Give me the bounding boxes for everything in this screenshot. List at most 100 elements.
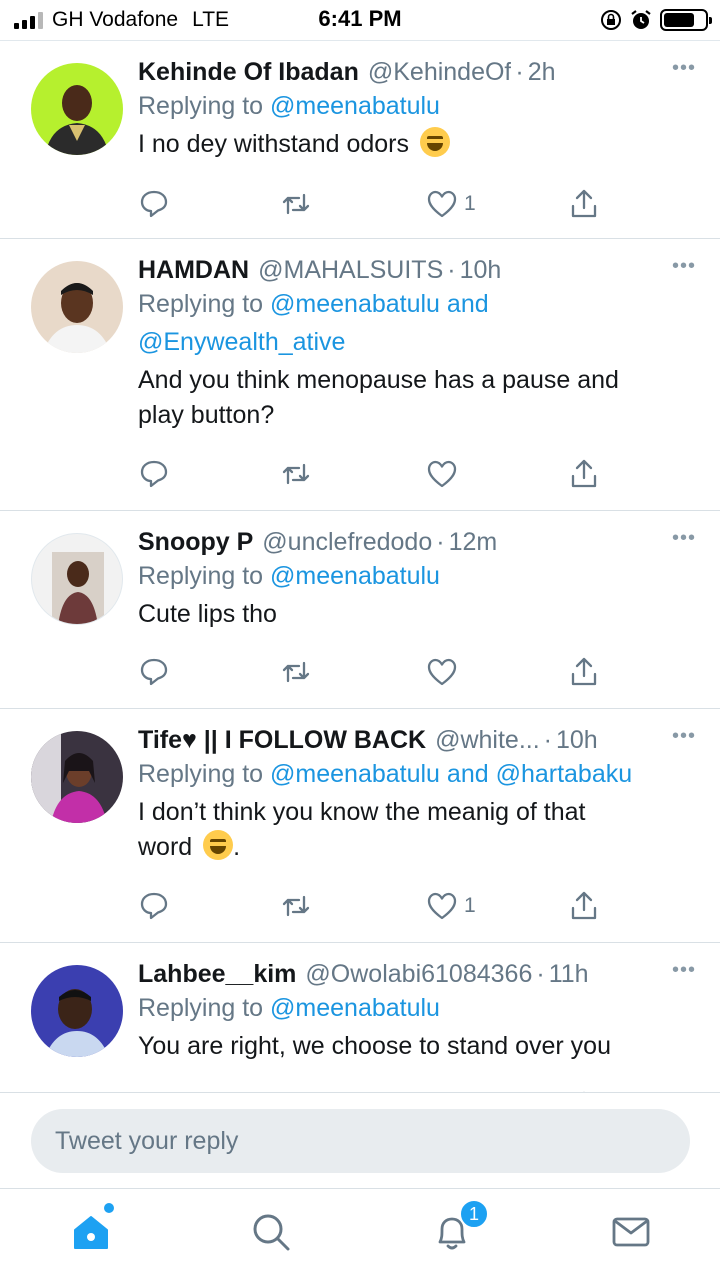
search-icon — [253, 1214, 290, 1251]
mention-link[interactable]: @meenabatulu — [270, 562, 440, 590]
tweet-header: Lahbee__kim @Owolabi61084366 · 11h — [138, 959, 696, 989]
mention-link[interactable]: @Enywealth_ative — [138, 328, 345, 356]
mention-link[interactable]: @meenabatulu and — [270, 290, 489, 318]
replying-to: Replying to @meenabatulu — [138, 557, 696, 595]
avatar[interactable] — [31, 261, 123, 353]
like-button[interactable]: 1 — [426, 188, 476, 220]
more-options-icon[interactable]: ••• — [672, 725, 696, 748]
tweet-body: HAMDAN @MAHALSUITS · 10h ••• Replying to… — [138, 255, 696, 433]
replying-to-cont: @Enywealth_ative — [138, 323, 696, 361]
avatar[interactable] — [31, 63, 123, 155]
tweet-time: 12m — [448, 528, 498, 556]
tweet-item[interactable]: Tife♥ || I FOLLOW BACK @white... · 10h •… — [0, 709, 720, 943]
heart-icon — [427, 658, 457, 686]
share-button[interactable] — [568, 890, 600, 922]
tweet-header: Tife♥ || I FOLLOW BACK @white... · 10h — [138, 725, 648, 755]
tweet-body: Lahbee__kim @Owolabi61084366 · 11h ••• R… — [138, 959, 696, 1064]
avatar[interactable] — [31, 965, 123, 1057]
more-options-icon[interactable]: ••• — [672, 57, 696, 80]
tweet-time: 10h — [555, 726, 598, 754]
reply-icon — [140, 658, 168, 686]
tweet-body: Tife♥ || I FOLLOW BACK @white... · 10h •… — [138, 725, 696, 865]
author-name[interactable]: Tife♥ || I FOLLOW BACK — [138, 725, 426, 755]
tweet-item[interactable]: Lahbee__kim @Owolabi61084366 · 11h ••• R… — [0, 943, 720, 1092]
tab-notifications[interactable]: 1 — [427, 1199, 489, 1257]
author-name[interactable]: HAMDAN — [138, 255, 249, 285]
retweet-icon — [282, 661, 310, 683]
reply-icon — [140, 892, 168, 920]
author-handle[interactable]: @white... — [435, 725, 540, 755]
retweet-icon — [282, 895, 310, 917]
avatar[interactable] — [31, 731, 123, 823]
home-icon — [74, 1216, 108, 1249]
retweet-button[interactable] — [280, 458, 312, 490]
retweet-icon — [282, 193, 310, 215]
tab-messages[interactable] — [606, 1207, 656, 1257]
like-button[interactable]: 1 — [426, 890, 476, 922]
heart-icon — [427, 460, 457, 488]
like-button[interactable] — [426, 656, 464, 688]
tweet-body: Kehinde Of Ibadan @KehindeOf · 2h ••• Re… — [138, 57, 696, 162]
replying-prefix: Replying to — [138, 92, 271, 120]
retweet-button[interactable] — [280, 656, 312, 688]
tweet-text-line: I don’t think you know the meanig of tha… — [138, 798, 586, 826]
heart-icon — [427, 892, 457, 920]
battery-level — [664, 13, 694, 27]
author-handle[interactable]: @unclefredodo — [262, 527, 432, 557]
mention-link[interactable]: @meenabatulu — [270, 994, 440, 1022]
separator-dot: · — [436, 528, 445, 556]
mail-icon — [612, 1217, 650, 1247]
reply-button[interactable] — [138, 656, 170, 688]
separator-dot: · — [543, 726, 552, 754]
author-name[interactable]: Lahbee__kim — [138, 959, 296, 989]
replies-feed[interactable]: Kehinde Of Ibadan @KehindeOf · 2h ••• Re… — [0, 40, 720, 1092]
mention-link[interactable]: @meenabatulu — [270, 92, 440, 120]
tweet-item[interactable]: Snoopy P @unclefredodo · 12m ••• Replyin… — [0, 511, 720, 709]
tweet-text-word: word — [138, 833, 193, 861]
reply-icon — [140, 460, 168, 488]
tweet-text-content: I no dey withstand odors — [138, 130, 409, 158]
home-new-indicator — [104, 1203, 114, 1213]
tweet-text-period: . — [233, 833, 241, 861]
retweet-icon — [282, 463, 310, 485]
tweet-reply-input[interactable] — [31, 1109, 690, 1173]
reply-button[interactable] — [138, 188, 170, 220]
retweet-button[interactable] — [280, 188, 312, 220]
like-button[interactable] — [426, 458, 464, 490]
more-options-icon[interactable]: ••• — [672, 255, 696, 278]
avatar[interactable] — [31, 533, 123, 625]
author-name[interactable]: Snoopy P — [138, 527, 253, 557]
more-options-icon[interactable]: ••• — [672, 527, 696, 550]
share-button[interactable] — [568, 458, 600, 490]
reply-button[interactable] — [138, 458, 170, 490]
share-button[interactable] — [568, 656, 600, 688]
replying-to: Replying to @meenabatulu and @hartabaku — [138, 755, 696, 793]
author-name[interactable]: Kehinde Of Ibadan — [138, 57, 359, 87]
tweet-text-line: And you think menopause has a pause and — [138, 366, 619, 394]
tweet-item[interactable]: Kehinde Of Ibadan @KehindeOf · 2h ••• Re… — [0, 41, 720, 239]
author-handle[interactable]: @Owolabi61084366 — [305, 959, 532, 989]
alarm-icon — [631, 10, 651, 29]
tweet-actions — [138, 457, 608, 491]
tweet-text: I no dey withstand odors — [138, 127, 696, 162]
tweet-actions: 1 — [138, 889, 608, 923]
retweet-button[interactable] — [280, 890, 312, 922]
tweet-header: Kehinde Of Ibadan @KehindeOf · 2h — [138, 57, 696, 87]
separator-dot: · — [447, 256, 456, 284]
author-handle[interactable]: @KehindeOf — [368, 57, 512, 87]
replying-prefix: Replying to — [138, 760, 271, 788]
tab-search[interactable] — [246, 1207, 296, 1257]
mention-link[interactable]: @meenabatulu and @hartabaku — [270, 760, 632, 788]
share-button[interactable] — [568, 188, 600, 220]
tweet-actions: 1 — [138, 187, 608, 221]
more-options-icon[interactable]: ••• — [672, 959, 696, 982]
like-count: 1 — [464, 894, 476, 917]
author-handle[interactable]: @MAHALSUITS — [258, 255, 443, 285]
tweet-time: 2h — [527, 58, 556, 86]
share-icon — [571, 459, 597, 488]
tweet-text: And you think menopause has a pause and … — [138, 363, 696, 433]
heart-icon — [427, 190, 457, 218]
tab-home[interactable] — [66, 1203, 116, 1257]
tweet-item[interactable]: HAMDAN @MAHALSUITS · 10h ••• Replying to… — [0, 239, 720, 511]
reply-button[interactable] — [138, 890, 170, 922]
